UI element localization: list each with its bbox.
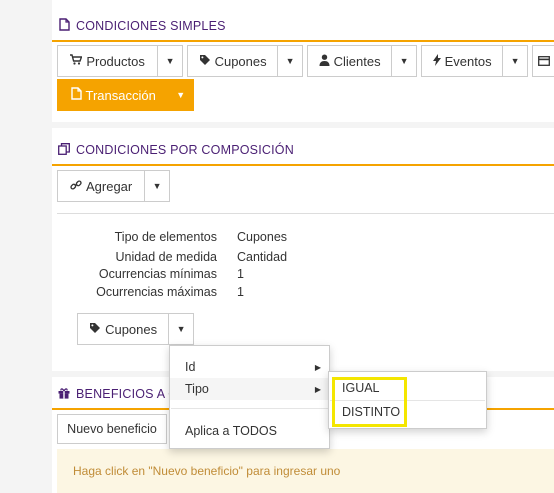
menu-divider xyxy=(171,408,328,409)
productos-button-group[interactable]: Productos ▼ xyxy=(57,45,183,77)
menu-item-label: Id xyxy=(185,360,196,374)
cupones-button-group[interactable]: Cupones ▼ xyxy=(187,45,303,77)
caret-down-icon: ▼ xyxy=(176,324,186,334)
clientes-button-group[interactable]: Clientes ▼ xyxy=(307,45,417,77)
detail-row: Ocurrencias mínimas 1 xyxy=(0,267,554,283)
caret-down-icon: ▼ xyxy=(285,56,295,66)
cupones-element-button[interactable]: Cupones xyxy=(78,314,168,344)
detail-row: Unidad de medida Cantidad xyxy=(0,250,554,266)
highlight-box xyxy=(332,377,407,427)
productos-label: Productos xyxy=(86,53,145,69)
tag-icon xyxy=(89,322,101,337)
benefits-title: BENEFICIOS A O xyxy=(76,387,179,401)
caret-down-icon: ▼ xyxy=(152,181,162,191)
detail-value: 1 xyxy=(237,267,244,281)
cupones-element-button-group[interactable]: Cupones ▼ xyxy=(77,313,194,345)
transaccion-button-group[interactable]: Transacción ▼ xyxy=(57,79,194,111)
user-icon xyxy=(319,54,330,69)
clientes-label: Clientes xyxy=(333,53,381,69)
eventos-dropdown-toggle[interactable]: ▼ xyxy=(502,46,527,76)
file-icon xyxy=(58,18,70,34)
nuevo-beneficio-button[interactable]: Nuevo beneficio xyxy=(57,414,167,444)
composition-header: CONDICIONES POR COMPOSICIÓN xyxy=(52,136,554,166)
eventos-button-group[interactable]: Eventos ▼ xyxy=(421,45,528,77)
detail-key: Tipo de elementos xyxy=(114,230,217,244)
cupones-label: Cupones xyxy=(214,53,267,69)
detail-value: Cupones xyxy=(237,230,288,244)
file-icon xyxy=(70,87,82,103)
caret-down-icon: ▼ xyxy=(176,90,186,100)
caret-down-icon: ▼ xyxy=(510,56,520,66)
menu-item-tipo[interactable]: Tipo ▶ xyxy=(170,378,329,400)
dropdown-menu: Id ▶ Tipo ▶ Aplica a TODOS xyxy=(169,345,330,449)
transaccion-label: Transacción xyxy=(85,87,156,103)
menu-item-label: Tipo xyxy=(185,382,209,396)
gift-icon xyxy=(58,387,70,402)
caret-right-icon: ▶ xyxy=(314,384,321,394)
caret-down-icon: ▼ xyxy=(165,56,175,66)
agregar-button-group[interactable]: Agregar ▼ xyxy=(57,170,170,202)
simple-conditions-header: CONDICIONES SIMPLES xyxy=(52,12,554,42)
productos-button[interactable]: Productos xyxy=(58,46,157,76)
agregar-label: Agregar xyxy=(85,178,133,194)
cupones-dropdown-toggle[interactable]: ▼ xyxy=(277,46,302,76)
credit-card-icon xyxy=(533,46,554,76)
cart-icon xyxy=(70,54,83,68)
tag-icon xyxy=(199,54,211,69)
productos-dropdown-toggle[interactable]: ▼ xyxy=(157,46,182,76)
bolt-icon xyxy=(432,53,441,69)
agregar-dropdown-toggle[interactable]: ▼ xyxy=(144,171,169,201)
benefits-hint-box: Haga click en "Nuevo beneficio" para ing… xyxy=(57,449,554,493)
detail-key: Unidad de medida xyxy=(115,250,217,264)
caret-right-icon: ▶ xyxy=(314,362,321,372)
detail-key: Ocurrencias máximas xyxy=(96,285,217,299)
clientes-dropdown-toggle[interactable]: ▼ xyxy=(391,46,416,76)
link-icon xyxy=(70,179,82,194)
transaccion-button[interactable]: Transacción xyxy=(58,80,168,110)
cupones-button[interactable]: Cupones xyxy=(188,46,277,76)
detail-row: Tipo de elementos Cupones xyxy=(0,230,554,246)
menu-item-id[interactable]: Id ▶ xyxy=(170,356,329,378)
clientes-button[interactable]: Clientes xyxy=(308,46,391,76)
menu-item-label: Aplica a TODOS xyxy=(185,424,277,438)
eventos-button[interactable]: Eventos xyxy=(422,46,502,76)
composition-title: CONDICIONES POR COMPOSICIÓN xyxy=(76,143,294,157)
detail-key: Ocurrencias mínimas xyxy=(98,267,217,281)
detail-value: Cantidad xyxy=(237,250,288,264)
cupones-element-dropdown-toggle[interactable]: ▼ xyxy=(168,314,193,344)
composition-divider xyxy=(57,213,554,214)
detail-row: Ocurrencias máximas 1 xyxy=(0,285,554,301)
transaccion-dropdown-toggle[interactable]: ▼ xyxy=(168,80,193,110)
menu-item-aplica-a-todos[interactable]: Aplica a TODOS xyxy=(170,420,329,442)
caret-down-icon: ▼ xyxy=(399,56,409,66)
detail-value: 1 xyxy=(237,285,244,299)
copy-icon xyxy=(58,142,70,158)
benefits-hint-text: Haga click en "Nuevo beneficio" para ing… xyxy=(73,464,341,478)
agregar-button[interactable]: Agregar xyxy=(58,171,144,201)
eventos-label: Eventos xyxy=(444,53,492,69)
nuevo-beneficio-label: Nuevo beneficio xyxy=(67,422,157,436)
cupones-element-label: Cupones xyxy=(105,321,158,337)
more-button-clipped[interactable] xyxy=(532,45,554,77)
simple-conditions-title: CONDICIONES SIMPLES xyxy=(76,19,226,33)
